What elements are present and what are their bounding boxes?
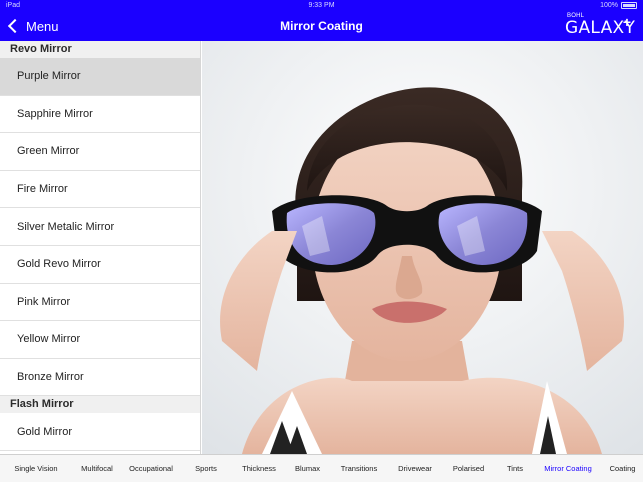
status-bar: iPad 9:33 PM 100%: [0, 0, 643, 11]
tab-blumax[interactable]: Blumax: [286, 464, 329, 473]
clock: 9:33 PM: [308, 2, 335, 9]
section-header-revo-mirror: Revo Mirror: [0, 41, 200, 58]
list-item-bronze-mirror[interactable]: Bronze Mirror: [0, 359, 200, 397]
list-item-gold-revo-mirror[interactable]: Gold Revo Mirror: [0, 246, 200, 284]
tab-drivewear[interactable]: Drivewear: [389, 464, 441, 473]
list-item-fire-mirror[interactable]: Fire Mirror: [0, 171, 200, 209]
tab-mirror-coating[interactable]: Mirror Coating: [534, 464, 602, 473]
brand-logo: BOHL GALAXY +: [565, 13, 635, 39]
battery-indicator: 100%: [600, 0, 637, 11]
tab-multifocal[interactable]: Multifocal: [72, 464, 122, 473]
tab-occupational[interactable]: Occupational: [122, 464, 180, 473]
list-item-silver-metalic-mirror[interactable]: Silver Metalic Mirror: [0, 208, 200, 246]
list-item-yellow-mirror[interactable]: Yellow Mirror: [0, 321, 200, 359]
tab-tints[interactable]: Tints: [496, 464, 534, 473]
list-item-gold-mirror[interactable]: Gold Mirror: [0, 413, 200, 451]
coating-list[interactable]: Revo Mirror Purple Mirror Sapphire Mirro…: [0, 41, 201, 454]
tab-single-vision[interactable]: Single Vision: [0, 464, 72, 473]
tab-polarised[interactable]: Polarised: [441, 464, 496, 473]
product-preview-image: [202, 41, 643, 454]
back-button-label: Menu: [26, 18, 59, 34]
battery-percent: 100%: [600, 2, 618, 9]
tab-sports[interactable]: Sports: [180, 464, 232, 473]
tab-coating[interactable]: Coating: [602, 464, 643, 473]
sunglasses-model-illustration: [202, 41, 643, 454]
chevron-left-icon: [7, 18, 23, 34]
list-item-sapphire-mirror[interactable]: Sapphire Mirror: [0, 96, 200, 134]
section-header-flash-mirror: Flash Mirror: [0, 396, 200, 414]
tab-transitions[interactable]: Transitions: [329, 464, 389, 473]
bottom-tab-bar: Single Vision Multifocal Occupational Sp…: [0, 454, 643, 482]
list-item-green-mirror[interactable]: Green Mirror: [0, 133, 200, 171]
brand-logo-plus: +: [622, 14, 631, 30]
battery-icon: [621, 2, 637, 9]
list-item-purple-mirror[interactable]: Purple Mirror: [0, 58, 200, 96]
back-button[interactable]: Menu: [6, 16, 59, 36]
tab-thickness[interactable]: Thickness: [232, 464, 286, 473]
list-item-pink-mirror[interactable]: Pink Mirror: [0, 284, 200, 322]
page-title: Mirror Coating: [280, 19, 363, 33]
navigation-bar: iPad 9:33 PM 100% Menu Mirror Coating BO…: [0, 0, 643, 41]
